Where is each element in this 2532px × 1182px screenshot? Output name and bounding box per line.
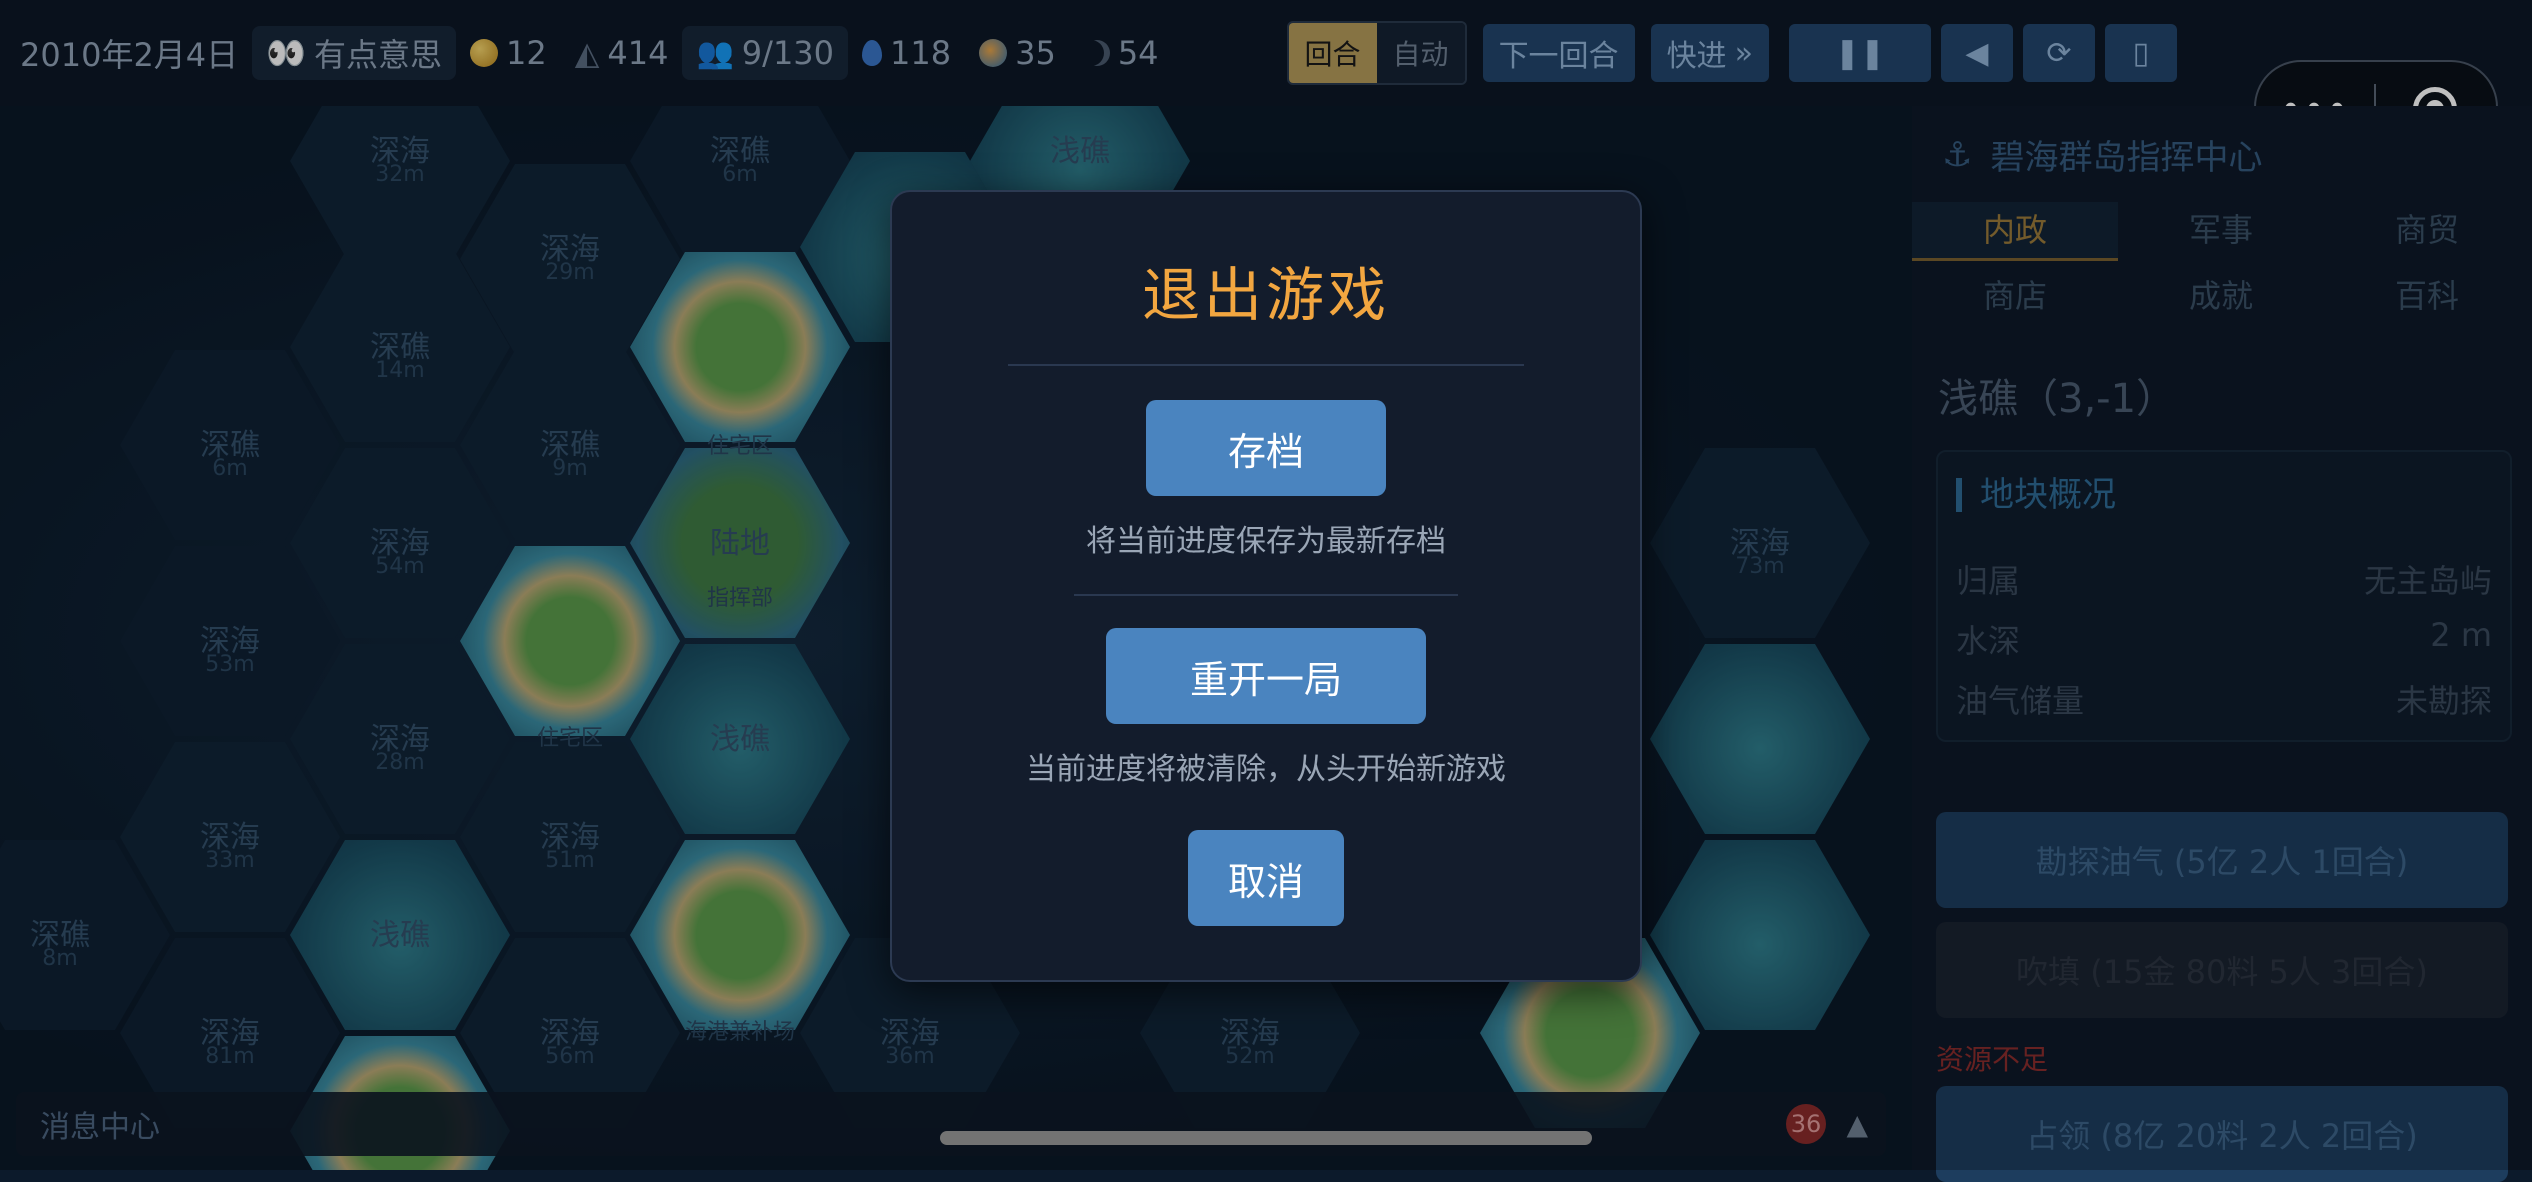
divider	[1074, 594, 1458, 596]
cancel-button[interactable]: 取消	[1188, 830, 1344, 926]
save-button[interactable]: 存档	[1146, 400, 1386, 496]
restart-button[interactable]: 重开一局	[1106, 628, 1426, 724]
save-description: 将当前进度保存为最新存档	[1086, 524, 1446, 559]
restart-description: 当前进度将被清除，从头开始新游戏	[1026, 752, 1506, 787]
exit-game-dialog: 退出游戏 存档 将当前进度保存为最新存档 重开一局 当前进度将被清除，从头开始新…	[890, 190, 1642, 982]
dialog-title: 退出游戏	[1141, 261, 1390, 329]
divider	[1008, 364, 1524, 366]
